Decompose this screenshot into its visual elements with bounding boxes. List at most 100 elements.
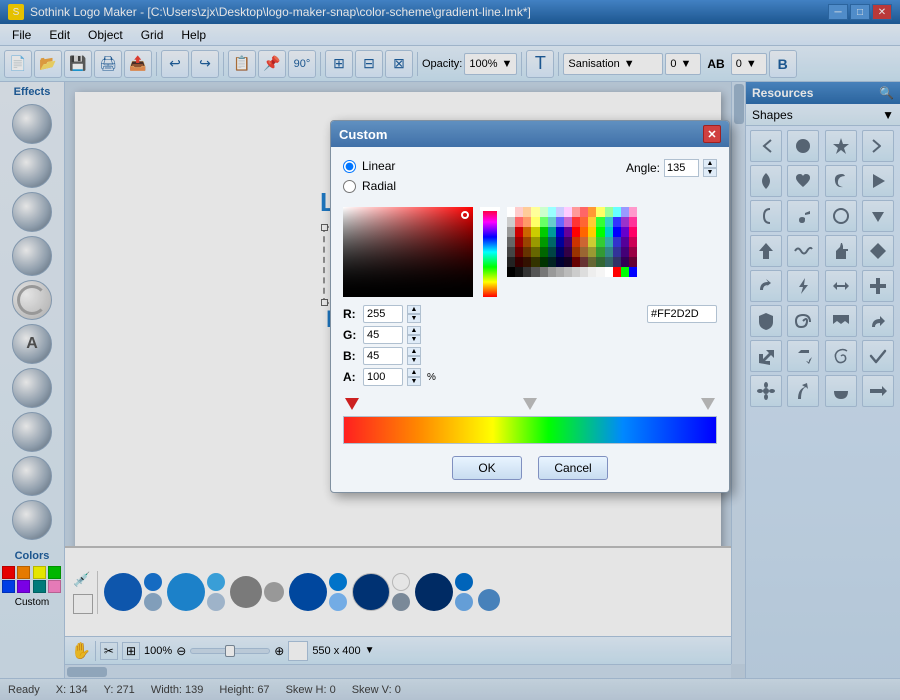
palette-cell[interactable]: [605, 267, 613, 277]
palette-cell[interactable]: [580, 247, 588, 257]
b-input[interactable]: [363, 347, 403, 365]
palette-cell[interactable]: [580, 267, 588, 277]
palette-cell[interactable]: [596, 267, 604, 277]
palette-cell[interactable]: [531, 257, 539, 267]
palette-cell[interactable]: [588, 237, 596, 247]
palette-cell[interactable]: [572, 207, 580, 217]
r-down-button[interactable]: ▼: [407, 314, 421, 323]
palette-cell[interactable]: [556, 267, 564, 277]
palette-cell[interactable]: [580, 257, 588, 267]
a-down-button[interactable]: ▼: [407, 377, 421, 386]
palette-cell[interactable]: [605, 247, 613, 257]
palette-cell[interactable]: [613, 207, 621, 217]
ok-button[interactable]: OK: [452, 456, 522, 480]
palette-cell[interactable]: [564, 217, 572, 227]
palette-cell[interactable]: [621, 247, 629, 257]
palette-cell[interactable]: [629, 247, 637, 257]
linear-radio[interactable]: [343, 160, 356, 173]
palette-cell[interactable]: [564, 257, 572, 267]
palette-cell[interactable]: [621, 227, 629, 237]
palette-cell[interactable]: [629, 207, 637, 217]
palette-cell[interactable]: [507, 237, 515, 247]
palette-cell[interactable]: [540, 247, 548, 257]
palette-cell[interactable]: [556, 247, 564, 257]
palette-cell[interactable]: [596, 227, 604, 237]
palette-cell[interactable]: [556, 237, 564, 247]
dialog-close-button[interactable]: ✕: [703, 125, 721, 143]
palette-cell[interactable]: [564, 207, 572, 217]
palette-cell[interactable]: [540, 257, 548, 267]
hex-input[interactable]: [647, 305, 717, 323]
palette-cell[interactable]: [515, 227, 523, 237]
palette-cell[interactable]: [621, 257, 629, 267]
palette-cell[interactable]: [507, 257, 515, 267]
palette-cell[interactable]: [548, 207, 556, 217]
palette-cell[interactable]: [515, 237, 523, 247]
palette-cell[interactable]: [548, 247, 556, 257]
hue-strip[interactable]: [483, 207, 497, 297]
palette-cell[interactable]: [523, 227, 531, 237]
gradient-arrow-right[interactable]: [701, 398, 715, 410]
angle-up-button[interactable]: ▲: [703, 159, 717, 168]
palette-cell[interactable]: [540, 217, 548, 227]
palette-cell[interactable]: [540, 207, 548, 217]
g-up-button[interactable]: ▲: [407, 326, 421, 335]
palette-cell[interactable]: [564, 237, 572, 247]
palette-cell[interactable]: [515, 247, 523, 257]
palette-cell[interactable]: [523, 207, 531, 217]
r-input[interactable]: [363, 305, 403, 323]
palette-cell[interactable]: [531, 247, 539, 257]
palette-cell[interactable]: [531, 227, 539, 237]
palette-cell[interactable]: [629, 257, 637, 267]
angle-input[interactable]: [664, 159, 699, 177]
palette-cell[interactable]: [531, 237, 539, 247]
palette-cell[interactable]: [588, 227, 596, 237]
palette-cell[interactable]: [629, 267, 637, 277]
palette-cell[interactable]: [507, 247, 515, 257]
palette-cell[interactable]: [596, 247, 604, 257]
palette-cell[interactable]: [556, 217, 564, 227]
palette-cell[interactable]: [531, 217, 539, 227]
gradient-arrow-red[interactable]: [345, 398, 359, 410]
palette-cell[interactable]: [613, 247, 621, 257]
palette-cell[interactable]: [613, 267, 621, 277]
palette-cell[interactable]: [605, 257, 613, 267]
gradient-bar[interactable]: [343, 416, 717, 444]
palette-cell[interactable]: [548, 217, 556, 227]
color-square[interactable]: [343, 207, 473, 297]
palette-cell[interactable]: [540, 227, 548, 237]
b-up-button[interactable]: ▲: [407, 347, 421, 356]
palette-cell[interactable]: [613, 257, 621, 267]
palette-cell[interactable]: [605, 207, 613, 217]
gradient-arrow-mid[interactable]: [523, 398, 537, 410]
palette-cell[interactable]: [613, 227, 621, 237]
palette-cell[interactable]: [613, 217, 621, 227]
palette-cell[interactable]: [629, 237, 637, 247]
palette-cell[interactable]: [572, 257, 580, 267]
palette-cell[interactable]: [540, 267, 548, 277]
palette-cell[interactable]: [531, 207, 539, 217]
palette-cell[interactable]: [507, 267, 515, 277]
palette-cell[interactable]: [588, 207, 596, 217]
color-palette[interactable]: [507, 207, 637, 297]
palette-cell[interactable]: [564, 247, 572, 257]
palette-cell[interactable]: [564, 267, 572, 277]
radial-radio[interactable]: [343, 180, 356, 193]
palette-cell[interactable]: [580, 227, 588, 237]
palette-cell[interactable]: [572, 217, 580, 227]
palette-cell[interactable]: [629, 217, 637, 227]
palette-cell[interactable]: [580, 207, 588, 217]
g-input[interactable]: [363, 326, 403, 344]
cancel-button[interactable]: Cancel: [538, 456, 608, 480]
palette-cell[interactable]: [596, 207, 604, 217]
r-up-button[interactable]: ▲: [407, 305, 421, 314]
b-down-button[interactable]: ▼: [407, 356, 421, 365]
palette-cell[interactable]: [605, 217, 613, 227]
palette-cell[interactable]: [564, 227, 572, 237]
palette-cell[interactable]: [605, 237, 613, 247]
palette-cell[interactable]: [531, 267, 539, 277]
palette-cell[interactable]: [507, 217, 515, 227]
palette-cell[interactable]: [548, 267, 556, 277]
angle-down-button[interactable]: ▼: [703, 168, 717, 177]
palette-cell[interactable]: [629, 227, 637, 237]
